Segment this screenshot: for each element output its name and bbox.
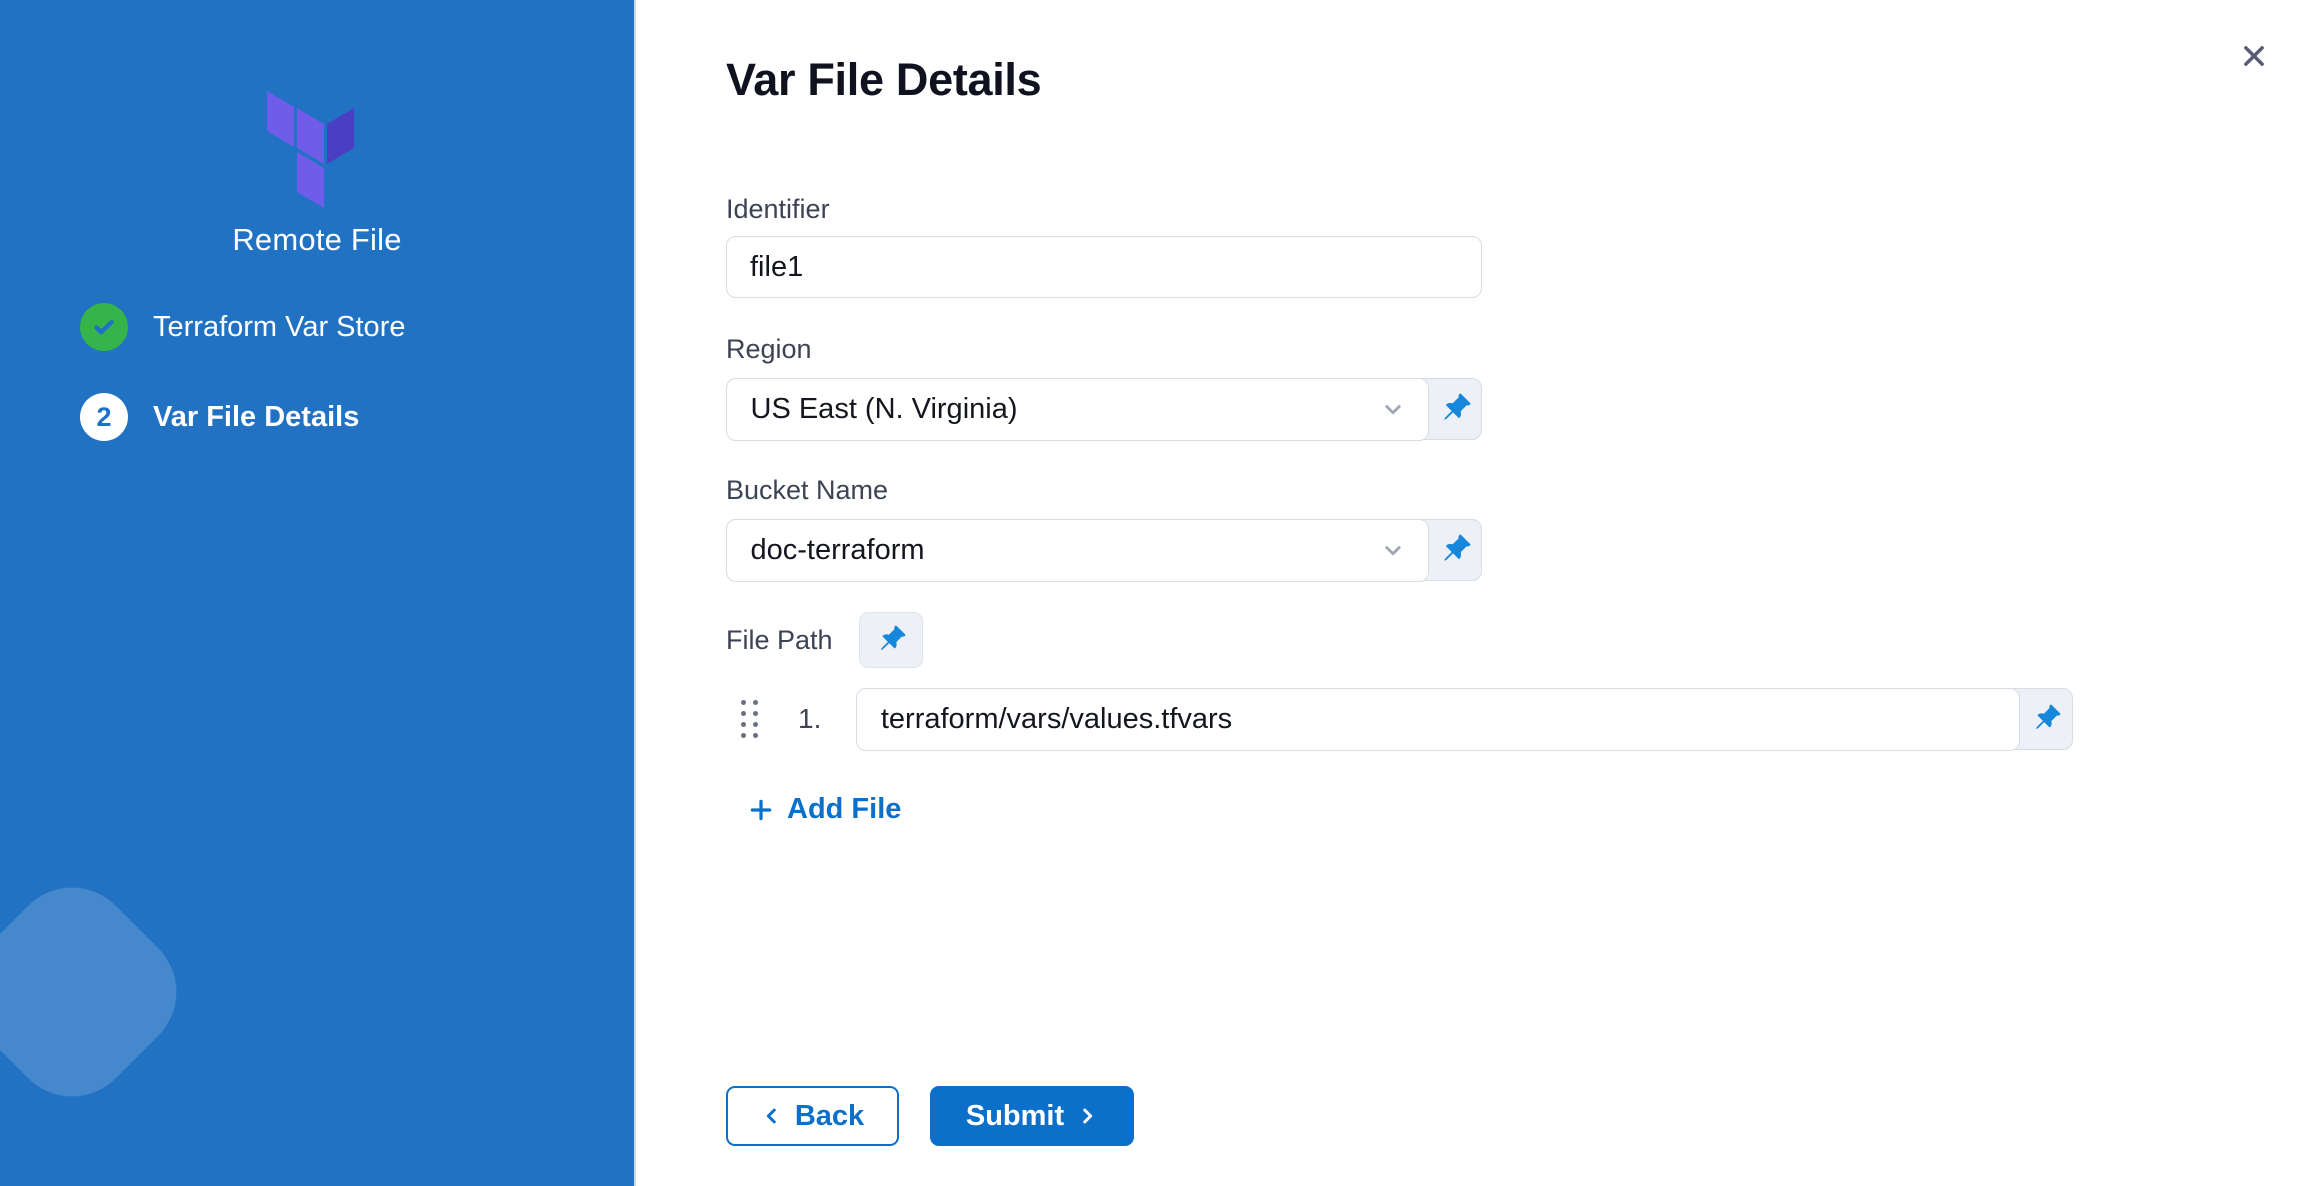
identifier-input[interactable] <box>726 236 1482 298</box>
plus-icon <box>748 797 774 823</box>
wizard-sidebar: Remote File Terraform Var Store 2 Var Fi… <box>0 0 636 1186</box>
bucket-name-pin-button[interactable] <box>1429 520 1481 580</box>
file-path-label: File Path <box>726 623 833 657</box>
region-selected-value: US East (N. Virginia) <box>751 393 1379 426</box>
page-title: Var File Details <box>726 54 2318 106</box>
bucket-name-label: Bucket Name <box>726 473 2318 507</box>
pin-icon <box>1434 388 1476 430</box>
chevron-down-icon <box>1378 535 1408 565</box>
file-path-row: 1. <box>726 688 2318 750</box>
bucket-name-select[interactable]: doc-terraform <box>726 519 1430 582</box>
back-button[interactable]: Back <box>726 1086 899 1146</box>
bucket-name-field-group: doc-terraform <box>726 519 1482 581</box>
file-path-field-group <box>856 688 2073 750</box>
var-file-details-modal: Remote File Terraform Var Store 2 Var Fi… <box>0 0 2318 1186</box>
step-label: Terraform Var Store <box>153 311 405 344</box>
terraform-logo <box>267 84 355 218</box>
file-row-index: 1. <box>798 703 821 735</box>
chevron-down-icon <box>1378 394 1408 424</box>
identifier-label: Identifier <box>726 192 2318 226</box>
region-field-group: US East (N. Virginia) <box>726 378 1482 440</box>
wizard-steps: Terraform Var Store 2 Var File Details <box>80 303 405 483</box>
chevron-left-icon <box>761 1105 783 1127</box>
file-path-header: File Path <box>726 612 2318 668</box>
file-path-input[interactable] <box>856 688 2021 751</box>
step-label: Var File Details <box>153 401 359 434</box>
main-content: Var File Details Identifier Region US Ea… <box>636 0 2318 1186</box>
step-completed-indicator <box>80 303 128 351</box>
add-file-label: Add File <box>787 793 901 826</box>
pin-icon <box>871 620 911 660</box>
bucket-name-selected-value: doc-terraform <box>751 534 1379 567</box>
drag-handle-icon[interactable] <box>741 700 758 738</box>
back-button-label: Back <box>795 1100 864 1133</box>
step-number-indicator: 2 <box>80 393 128 441</box>
region-pin-button[interactable] <box>1429 379 1481 439</box>
submit-button-label: Submit <box>966 1100 1064 1133</box>
file-path-pin-button[interactable] <box>859 612 923 668</box>
pin-icon <box>2027 699 2067 739</box>
sidebar-watermark <box>0 862 202 1122</box>
region-select[interactable]: US East (N. Virginia) <box>726 378 1430 441</box>
chevron-right-icon <box>1076 1105 1098 1127</box>
integration-title: Remote File <box>0 222 634 258</box>
region-label: Region <box>726 332 2318 366</box>
check-icon <box>91 314 117 340</box>
sidebar-watermark <box>141 1163 401 1186</box>
add-file-button[interactable]: Add File <box>748 793 901 826</box>
step-terraform-var-store[interactable]: Terraform Var Store <box>80 303 405 351</box>
file-path-row-pin-button[interactable] <box>2020 689 2072 749</box>
step-var-file-details[interactable]: 2 Var File Details <box>80 393 405 441</box>
submit-button[interactable]: Submit <box>930 1086 1134 1146</box>
pin-icon <box>1434 529 1476 571</box>
wizard-footer: Back Submit <box>726 1086 2318 1146</box>
